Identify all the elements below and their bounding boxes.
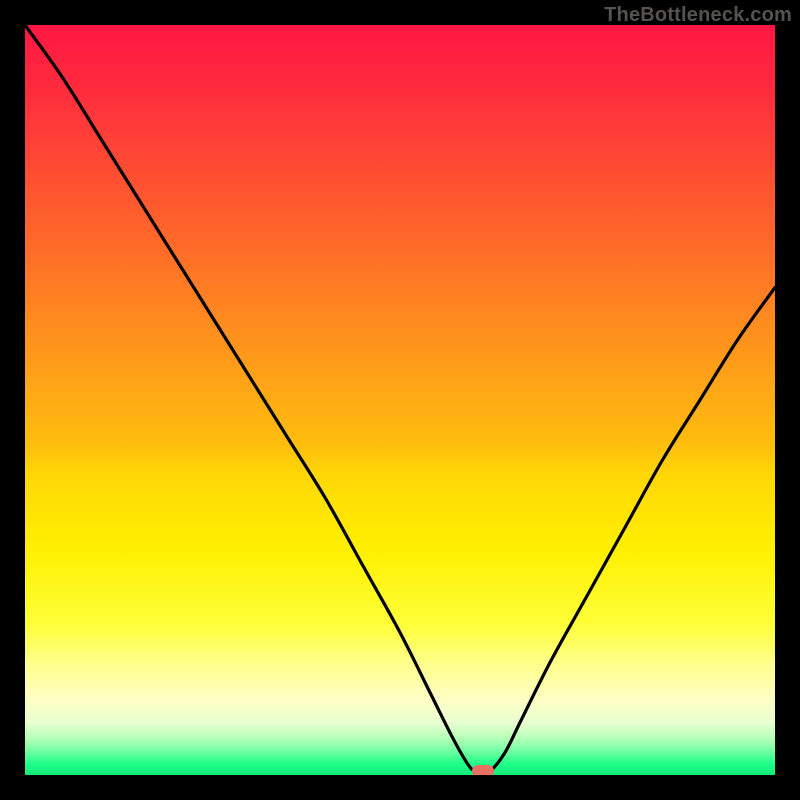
chart-frame: TheBottleneck.com xyxy=(0,0,800,800)
plot-area xyxy=(25,25,775,775)
bottleneck-curve xyxy=(25,25,775,775)
optimal-marker xyxy=(472,765,494,775)
watermark-text: TheBottleneck.com xyxy=(604,4,792,27)
